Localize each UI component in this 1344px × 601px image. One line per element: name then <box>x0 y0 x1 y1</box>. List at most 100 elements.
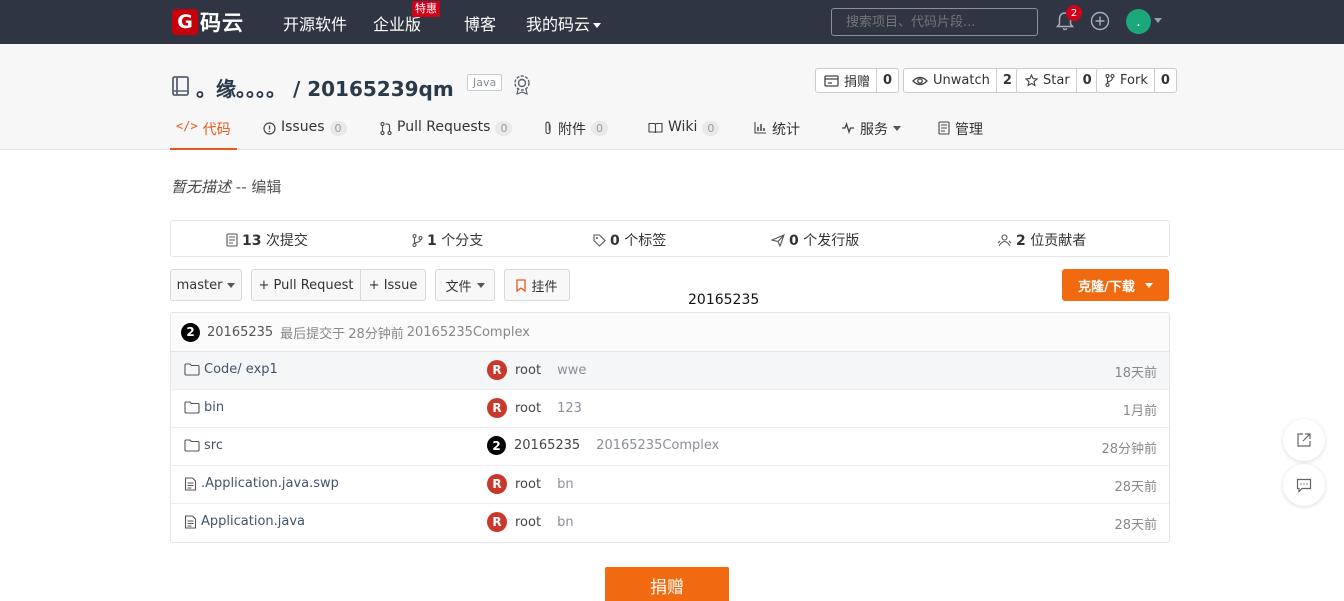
user-avatar[interactable]: . <box>1126 9 1151 34</box>
fork-label: Fork <box>1120 73 1148 88</box>
commit-message[interactable]: bn <box>557 515 574 530</box>
commit-message[interactable]: 20165235Complex <box>596 438 719 453</box>
issue-icon <box>263 122 276 135</box>
repo-book-icon <box>172 76 189 96</box>
code-icon: </> <box>176 119 198 133</box>
contributors-icon <box>997 233 1012 246</box>
releases-stat[interactable]: 0 个发行版 <box>771 230 859 250</box>
unwatch-button[interactable]: Unwatch 2 <box>903 68 1019 93</box>
commit-author[interactable]: root <box>515 515 541 530</box>
donate-button[interactable]: 捐赠 <box>605 567 729 601</box>
star-icon <box>1025 74 1038 87</box>
award-icon[interactable] <box>512 73 532 95</box>
star-button[interactable]: Star 0 <box>1016 68 1099 93</box>
tab-services[interactable]: 服务 <box>841 116 901 150</box>
issues-count: 0 <box>329 121 347 136</box>
avatar[interactable]: R <box>487 512 507 532</box>
tab-stats[interactable]: 统计 <box>754 116 800 150</box>
share-float-button[interactable] <box>1283 419 1325 461</box>
new-pull-request-button[interactable]: + Pull Request <box>251 269 361 301</box>
logo-mark: G <box>172 9 198 35</box>
file-name[interactable]: bin <box>204 400 224 415</box>
avatar[interactable]: R <box>487 398 507 418</box>
branch-select[interactable]: master <box>170 269 242 301</box>
language-badge[interactable]: Java <box>467 74 503 91</box>
tags-label: 个标签 <box>619 233 667 249</box>
tab-attachments-label: 附件 <box>558 122 586 138</box>
chevron-down-icon[interactable] <box>1154 18 1162 23</box>
file-name[interactable]: Application.java <box>201 514 305 529</box>
commit-message[interactable]: wwe <box>557 363 586 378</box>
paper-plane-icon <box>771 233 785 247</box>
tab-attachments[interactable]: 附件 0 <box>543 116 608 150</box>
branch-icon <box>412 233 423 247</box>
files-dropdown-label: 文件 <box>445 279 472 295</box>
avatar[interactable]: 2 <box>487 436 506 455</box>
files-dropdown[interactable]: 文件 <box>435 269 495 301</box>
fork-button[interactable]: Fork 0 <box>1096 68 1177 93</box>
repo-description: 暂无描述 -- 编辑 <box>171 176 281 197</box>
logo-text: 码云 <box>200 11 244 35</box>
branches-label: 个分支 <box>436 233 484 249</box>
repo-stats-bar: 13 次提交 1 个分支 0 个标签 0 个发行版 2 位贡献者 <box>170 220 1170 257</box>
widget-button[interactable]: 挂件 <box>504 269 570 301</box>
nav-my-gitee[interactable]: 我的码云 <box>526 11 602 35</box>
commit-author-cell: R root bn <box>487 474 574 494</box>
edit-description-link[interactable]: 编辑 <box>251 178 281 196</box>
wiki-count: 0 <box>702 121 720 136</box>
clone-download-button[interactable]: 克隆/下载 <box>1062 269 1169 301</box>
tab-code[interactable]: </> 代码 <box>170 116 237 150</box>
nav-open-source[interactable]: 开源软件 <box>283 11 347 35</box>
file-name[interactable]: .Application.java.swp <box>201 476 339 491</box>
file-name-cell[interactable]: .Application.java.swp <box>184 476 339 491</box>
commit-author[interactable]: root <box>515 363 541 378</box>
table-row[interactable]: Application.java R root bn 28天前 <box>171 504 1169 542</box>
file-name-cell[interactable]: Application.java <box>184 514 305 529</box>
folder-icon <box>184 401 200 414</box>
donate-count: 0 <box>876 69 898 92</box>
new-issue-button[interactable]: + Issue <box>360 269 426 301</box>
tab-issues[interactable]: Issues 0 <box>263 116 347 150</box>
contributors-stat[interactable]: 2 位贡献者 <box>997 230 1086 250</box>
table-row[interactable]: .Application.java.swp R root bn 28天前 <box>171 466 1169 504</box>
commit-author[interactable]: root <box>515 401 541 416</box>
wallet-icon <box>824 74 839 87</box>
avatar[interactable]: 2 <box>181 322 200 342</box>
file-name[interactable]: Code/ exp1 <box>204 362 278 377</box>
file-name-cell[interactable]: Code/ exp1 <box>184 362 278 377</box>
branch-select-label: master <box>176 277 223 293</box>
commit-author[interactable]: 20165235 <box>514 438 580 453</box>
commit-author[interactable]: root <box>515 477 541 492</box>
table-row[interactable]: bin R root 123 1月前 <box>171 390 1169 428</box>
repo-title[interactable]: 。缘。。。。 / 20165239qm <box>196 73 454 102</box>
commit-message[interactable]: 123 <box>557 401 582 416</box>
tab-wiki[interactable]: Wiki 0 <box>648 116 720 150</box>
gitee-logo[interactable]: G 码云 <box>172 9 244 35</box>
commits-stat[interactable]: 13 次提交 <box>226 230 308 250</box>
bar-chart-icon <box>754 122 766 134</box>
nav-blog[interactable]: 博客 <box>464 11 496 35</box>
tags-stat[interactable]: 0 个标签 <box>593 230 666 250</box>
avatar[interactable]: R <box>487 360 507 380</box>
tab-manage[interactable]: 管理 <box>938 116 983 150</box>
star-label: Star <box>1043 73 1070 88</box>
donate-action-button[interactable]: 捐赠 0 <box>815 68 900 93</box>
avatar[interactable]: R <box>487 474 507 494</box>
table-row[interactable]: src 2 20165235 20165235Complex 28分钟前 <box>171 428 1169 466</box>
file-name-cell[interactable]: src <box>184 438 223 453</box>
floating-text-label: 20165235 <box>688 292 760 308</box>
last-commit-message[interactable]: 20165235Complex <box>407 325 530 340</box>
commit-message[interactable]: bn <box>557 477 574 492</box>
table-row[interactable]: Code/ exp1 R root wwe 18天前 <box>171 352 1169 390</box>
file-name-cell[interactable]: bin <box>184 400 224 415</box>
last-commit-header: 2 20165235 最后提交于 28分钟前 20165235Complex <box>171 313 1169 352</box>
external-link-icon <box>1297 433 1311 447</box>
file-name[interactable]: src <box>204 438 223 453</box>
comment-float-button[interactable] <box>1283 464 1325 506</box>
search-input[interactable] <box>831 8 1038 36</box>
branches-stat[interactable]: 1 个分支 <box>412 230 483 250</box>
tab-pull-requests[interactable]: Pull Requests 0 <box>380 116 513 150</box>
last-commit-author[interactable]: 20165235 <box>207 325 273 340</box>
unwatch-label: Unwatch <box>933 73 990 88</box>
plus-circle-icon[interactable] <box>1090 11 1110 31</box>
